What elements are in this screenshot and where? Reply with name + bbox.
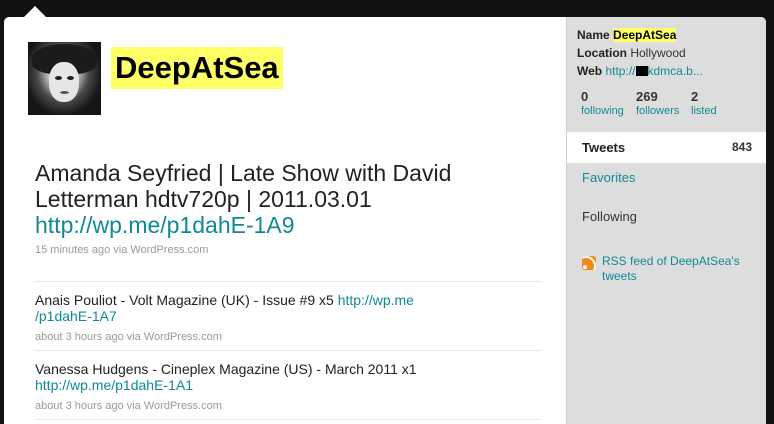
featured-tweet-meta: 15 minutes ago via WordPress.com <box>35 244 209 256</box>
profile-name-row: Name DeepAtSea <box>577 26 703 44</box>
followers-count: 269 <box>636 89 658 104</box>
name-value: DeepAtSea <box>613 28 677 42</box>
rss-feed-link[interactable]: RSS feed of DeepAtSea's tweets <box>602 254 752 284</box>
following-count: 0 <box>581 89 589 104</box>
web-label: Web <box>577 64 603 78</box>
sidebar-item-tweets[interactable]: Tweets 843 <box>567 132 766 163</box>
tweet-text: Anais Pouliot - Volt Magazine (UK) - Iss… <box>35 292 334 308</box>
profile-web-row: Web http://kdmca.b... <box>577 62 703 80</box>
featured-tweet: Amanda Seyfried | Late Show with David L… <box>35 160 465 238</box>
main-column: DeepAtSea Amanda Seyfried | Late Show wi… <box>4 17 566 424</box>
redaction-block <box>635 66 648 76</box>
followers-label: followers <box>636 105 680 117</box>
featured-tweet-text: Amanda Seyfried | Late Show with David L… <box>35 160 452 212</box>
following-stat[interactable]: 0 following <box>581 89 624 117</box>
tweet-meta: about 3 hours ago via WordPress.com <box>35 331 222 343</box>
tweets-label: Tweets <box>582 140 626 155</box>
avatar[interactable] <box>28 42 101 115</box>
list-item: Vanessa Hudgens - Cineplex Magazine (US)… <box>35 361 435 414</box>
avatar-eye-right <box>67 76 74 80</box>
sidebar: Name DeepAtSea Location Hollywood Web ht… <box>566 17 766 424</box>
avatar-mouth <box>60 91 69 94</box>
web-link[interactable]: http://kdmca.b... <box>605 64 702 78</box>
sidebar-item-following[interactable]: Following <box>582 209 637 224</box>
tweet-divider <box>35 350 541 351</box>
tweet-text: Vanessa Hudgens - Cineplex Magazine (US)… <box>35 361 417 377</box>
tweet-divider <box>35 281 541 282</box>
location-label: Location <box>577 46 627 60</box>
profile-info: Name DeepAtSea Location Hollywood Web ht… <box>577 26 703 80</box>
listed-stat[interactable]: 2 listed <box>691 89 717 117</box>
tweets-count: 843 <box>731 140 752 154</box>
tweet-divider <box>35 419 541 420</box>
tweet-link[interactable]: http://wp.me/p1dahE-1A1 <box>35 377 193 393</box>
avatar-eye-left <box>55 76 62 80</box>
location-value: Hollywood <box>630 46 686 60</box>
followers-stat[interactable]: 269 followers <box>636 89 679 117</box>
sidebar-item-favorites[interactable]: Favorites <box>582 170 635 185</box>
rss-icon <box>582 256 596 270</box>
page-title: DeepAtSea <box>111 47 283 89</box>
profile-pointer <box>24 6 46 17</box>
tweet-meta: about 3 hours ago via WordPress.com <box>35 400 222 412</box>
listed-label: listed <box>691 105 717 117</box>
name-label: Name <box>577 28 610 42</box>
profile-card: DeepAtSea Amanda Seyfried | Late Show wi… <box>4 17 766 424</box>
list-item: Anais Pouliot - Volt Magazine (UK) - Iss… <box>35 292 535 345</box>
avatar-face <box>49 62 79 102</box>
following-label: following <box>581 105 624 117</box>
listed-count: 2 <box>691 89 699 104</box>
profile-location-row: Location Hollywood <box>577 44 703 62</box>
featured-tweet-link[interactable]: http://wp.me/p1dahE-1A9 <box>35 212 295 238</box>
